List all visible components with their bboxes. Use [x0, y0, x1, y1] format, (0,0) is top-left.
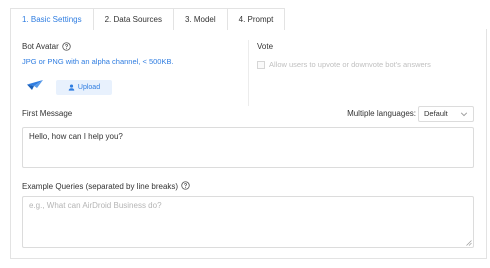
multiple-languages-label: Multiple languages:: [347, 109, 416, 118]
tab-data-sources[interactable]: 2. Data Sources: [92, 8, 174, 30]
bot-avatar: [22, 75, 48, 95]
upload-button-label: Upload: [77, 84, 101, 91]
paper-plane-icon: [27, 80, 43, 90]
help-icon[interactable]: [62, 42, 71, 51]
first-message-input[interactable]: Hello, how can I help you?: [22, 127, 474, 168]
language-select[interactable]: Default: [418, 106, 474, 122]
example-queries-input[interactable]: [22, 196, 474, 248]
vote-checkbox-label: Allow users to upvote or downvote bot's …: [269, 60, 431, 69]
help-icon[interactable]: [181, 180, 190, 190]
bot-avatar-label: Bot Avatar: [22, 42, 59, 51]
tab-basic-settings[interactable]: 1. Basic Settings: [10, 8, 94, 30]
section-divider: [248, 40, 249, 106]
example-queries-label-row: Example Queries (separated by line break…: [22, 180, 190, 191]
tab-model[interactable]: 3. Model: [172, 8, 228, 30]
resize-handle-icon[interactable]: [466, 240, 472, 246]
vote-label: Vote: [257, 42, 274, 51]
tab-prompt[interactable]: 4. Prompt: [226, 8, 286, 30]
user-upload-icon: [68, 84, 75, 91]
example-queries-label: Example Queries (separated by line break…: [22, 182, 179, 191]
chevron-down-icon: [460, 112, 468, 117]
vote-checkbox[interactable]: [257, 61, 265, 69]
settings-tabs: 1. Basic Settings 2. Data Sources 3. Mod…: [10, 8, 286, 30]
bot-avatar-label-row: Bot Avatar: [22, 42, 71, 51]
upload-button[interactable]: Upload: [56, 80, 112, 95]
language-select-value: Default: [424, 109, 448, 118]
first-message-label: First Message: [22, 109, 73, 118]
avatar-format-hint: JPG or PNG with an alpha channel, < 500K…: [22, 57, 174, 66]
